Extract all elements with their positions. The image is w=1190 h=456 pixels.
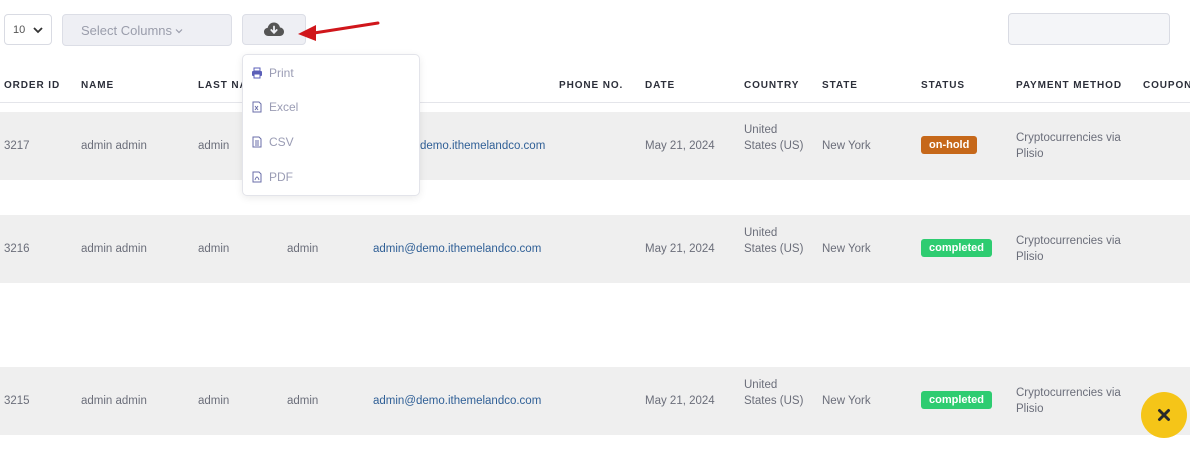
email-link[interactable]: demo.ithemelandco.com bbox=[420, 138, 545, 154]
table-header: ORDER ID NAME LAST NA PHONE NO. DATE COU… bbox=[0, 76, 1190, 103]
close-floating-button[interactable] bbox=[1141, 392, 1187, 438]
status-badge: completed bbox=[921, 239, 993, 257]
column-header-payment-method[interactable]: PAYMENT METHOD bbox=[1016, 80, 1122, 91]
printer-icon bbox=[252, 67, 262, 79]
close-icon bbox=[1158, 409, 1170, 421]
csv-file-icon bbox=[252, 136, 262, 148]
export-excel-item[interactable]: Excel bbox=[251, 97, 298, 117]
order-id: 3217 bbox=[4, 140, 30, 152]
annotation-arrow-icon bbox=[298, 21, 380, 41]
state: New York bbox=[822, 243, 871, 255]
export-dropdown-menu: Print Excel CSV PDF bbox=[242, 54, 420, 196]
column-header-status[interactable]: STATUS bbox=[921, 80, 965, 91]
table-row[interactable]: 3217 admin admin admin demo.ithemelandco… bbox=[0, 112, 1190, 180]
last-name: admin bbox=[198, 140, 230, 152]
cloud-download-icon bbox=[264, 22, 284, 36]
customer-name: admin admin bbox=[81, 395, 147, 407]
customer-name: admin admin bbox=[81, 140, 147, 152]
order-date: May 21, 2024 bbox=[645, 243, 715, 255]
export-pdf-label: PDF bbox=[269, 170, 293, 184]
export-print-item[interactable]: Print bbox=[251, 63, 294, 83]
payment-method: Cryptocurrencies via Plisio bbox=[1016, 387, 1121, 415]
last-name: admin bbox=[198, 243, 230, 255]
order-id: 3215 bbox=[4, 395, 30, 407]
country: United States (US) bbox=[744, 379, 804, 407]
email-link[interactable]: admin@demo.ithemelandco.com bbox=[373, 393, 541, 409]
last-name: admin bbox=[198, 395, 230, 407]
excel-file-icon bbox=[252, 101, 262, 113]
column-header-state[interactable]: STATE bbox=[822, 80, 858, 91]
export-pdf-item[interactable]: PDF bbox=[251, 167, 293, 187]
export-excel-label: Excel bbox=[269, 100, 299, 114]
first-name: admin bbox=[287, 243, 319, 255]
page-size-select[interactable]: 10 bbox=[4, 14, 52, 45]
email-link[interactable]: admin@demo.ithemelandco.com bbox=[373, 241, 541, 257]
export-csv-label: CSV bbox=[269, 135, 294, 149]
column-header-order-id[interactable]: ORDER ID bbox=[4, 80, 60, 91]
table-row[interactable]: 3216 admin admin admin admin admin@demo.… bbox=[0, 215, 1190, 283]
payment-method: Cryptocurrencies via Plisio bbox=[1016, 132, 1121, 160]
export-print-label: Print bbox=[269, 66, 294, 80]
column-header-country[interactable]: COUNTRY bbox=[744, 80, 799, 91]
country: United States (US) bbox=[744, 227, 804, 255]
column-header-date[interactable]: DATE bbox=[645, 80, 675, 91]
column-header-last-name[interactable]: LAST NA bbox=[198, 80, 248, 91]
state: New York bbox=[822, 395, 871, 407]
column-header-coupon[interactable]: COUPON bbox=[1143, 80, 1190, 91]
select-columns-placeholder: Select Columns bbox=[81, 22, 173, 38]
pdf-file-icon bbox=[252, 171, 262, 183]
search-input[interactable] bbox=[1008, 13, 1170, 45]
column-header-name[interactable]: NAME bbox=[81, 80, 114, 91]
column-header-phone[interactable]: PHONE NO. bbox=[559, 80, 623, 91]
order-date: May 21, 2024 bbox=[645, 140, 715, 152]
order-date: May 21, 2024 bbox=[645, 395, 715, 407]
table-row[interactable]: 3215 admin admin admin admin admin@demo.… bbox=[0, 367, 1190, 435]
export-csv-item[interactable]: CSV bbox=[251, 132, 294, 152]
payment-method: Cryptocurrencies via Plisio bbox=[1016, 235, 1121, 263]
chevron-down-icon bbox=[175, 29, 183, 34]
customer-name: admin admin bbox=[81, 243, 147, 255]
order-id: 3216 bbox=[4, 243, 30, 255]
chevron-down-icon bbox=[33, 27, 43, 34]
page-size-value: 10 bbox=[13, 23, 26, 36]
status-badge: completed bbox=[921, 391, 993, 409]
status-badge: on-hold bbox=[921, 136, 978, 154]
state: New York bbox=[822, 140, 871, 152]
country: United States (US) bbox=[744, 124, 804, 152]
select-columns-dropdown[interactable]: Select Columns bbox=[62, 14, 232, 46]
first-name: admin bbox=[287, 395, 319, 407]
